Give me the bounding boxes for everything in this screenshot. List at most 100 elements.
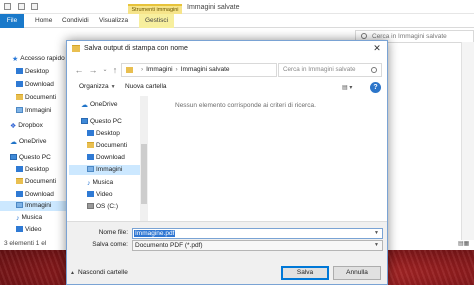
cloud-icon: ☁ xyxy=(81,102,88,109)
tree-documenti[interactable]: Documenti xyxy=(87,141,127,151)
tree-label: Video xyxy=(96,191,113,198)
close-icon[interactable]: ✕ xyxy=(368,42,386,55)
help-icon[interactable]: ? xyxy=(370,82,381,93)
nav-label: Immagini xyxy=(25,107,52,114)
nav-label: Documenti xyxy=(25,178,57,185)
folder-icon xyxy=(4,3,11,10)
back-arrow-icon[interactable]: ← xyxy=(73,64,85,76)
nav-label: Dropbox xyxy=(18,122,43,129)
save-button[interactable]: Salva xyxy=(281,266,329,280)
breadcrumb[interactable]: ›Immagini›Immagini salvate ⌄ ↻ xyxy=(121,63,331,77)
forward-arrow-icon[interactable]: → xyxy=(87,64,99,76)
tree-onedrive[interactable]: ☁ OneDrive xyxy=(81,100,117,110)
up-arrow-icon[interactable]: ↑ xyxy=(109,64,121,76)
nav-video[interactable]: Video xyxy=(16,225,42,235)
breadcrumb-separator: › xyxy=(141,66,144,73)
folder-icon xyxy=(126,67,133,73)
tree-musica[interactable]: ♪ Musica xyxy=(87,178,113,188)
nav-documenti[interactable]: Documenti xyxy=(16,93,56,103)
file-type-select[interactable]: Documento PDF (*.pdf) ▼ xyxy=(132,240,383,251)
search-placeholder: Cerca in Immagini salvate xyxy=(283,66,356,73)
nav-label: Download xyxy=(25,81,54,88)
nav-label: Video xyxy=(25,226,42,233)
tab-visualizza[interactable]: Visualizza xyxy=(99,17,128,24)
nav-onedrive[interactable]: ☁ OneDrive xyxy=(10,137,46,147)
nav-download[interactable]: Download xyxy=(16,80,54,90)
nav-quick-access[interactable]: ★ Accesso rapido xyxy=(12,54,65,64)
tree-desktop[interactable]: Desktop xyxy=(87,129,120,139)
save-dialog: Salva output di stampa con nome ✕ ← → ⌄ … xyxy=(66,40,388,285)
cancel-button[interactable]: Annulla xyxy=(333,266,381,280)
properties-icon[interactable] xyxy=(18,3,25,10)
view-options-icon[interactable]: ▤ ▾ xyxy=(342,84,352,91)
tree-download[interactable]: Download xyxy=(87,153,125,163)
tab-gestisci[interactable]: Gestisci xyxy=(139,14,175,28)
nav-label: Accesso rapido xyxy=(20,55,65,62)
search-icon xyxy=(361,33,367,39)
tab-home[interactable]: Home xyxy=(35,17,52,24)
chevron-down-icon[interactable]: ▼ xyxy=(374,241,379,250)
file-name-field[interactable]: Immagine.pdf ▼ xyxy=(132,228,383,239)
nav-label: Desktop xyxy=(25,68,49,75)
nav-immagini[interactable]: Immagini xyxy=(16,106,51,116)
explorer-scrollbar[interactable] xyxy=(461,42,474,240)
nav-label: OneDrive xyxy=(19,138,47,145)
video-icon xyxy=(16,226,23,232)
file-list: Nessun elemento corrisponde ai criteri d… xyxy=(149,96,387,221)
search-placeholder: Cerca in Immagini salvate xyxy=(372,33,447,40)
nav-questo-pc[interactable]: Questo PC xyxy=(10,153,51,163)
nav-label: Documenti xyxy=(25,94,57,101)
dialog-titlebar: Salva output di stampa con nome ✕ xyxy=(67,41,387,57)
dialog-toolbar: Organizza ▼ Nuova cartella ▤ ▾ ? xyxy=(67,81,387,95)
nav-documenti-2[interactable]: Documenti xyxy=(16,177,56,187)
breadcrumb-item-immagini-salvate[interactable]: Immagini salvate xyxy=(181,66,230,73)
breadcrumb-item-immagini[interactable]: Immagini xyxy=(146,66,172,73)
documents-icon xyxy=(87,142,94,148)
nav-immagini-2[interactable]: Immagini xyxy=(0,201,66,211)
tree-label: Download xyxy=(96,154,125,161)
documents-icon xyxy=(16,178,23,184)
tree-scrollbar-thumb[interactable] xyxy=(141,144,147,204)
documents-icon xyxy=(16,94,23,100)
cloud-icon: ☁ xyxy=(10,139,17,146)
new-folder-icon[interactable] xyxy=(31,3,38,10)
desktop-icon xyxy=(16,68,23,74)
dialog-search-input[interactable]: Cerca in Immagini salvate xyxy=(278,63,382,77)
tree-questo-pc[interactable]: Questo PC xyxy=(81,117,122,127)
star-icon: ★ xyxy=(12,56,19,63)
nav-desktop[interactable]: Desktop xyxy=(16,67,49,77)
download-icon xyxy=(87,154,94,160)
nav-musica[interactable]: ♪ Musica xyxy=(16,213,42,223)
save-options-pane: Nome file: Immagine.pdf ▼ Salva come: Do… xyxy=(67,221,387,284)
status-bar-text: 3 elementi 1 el xyxy=(4,240,47,247)
tree-os-c[interactable]: OS (C:) xyxy=(87,202,118,212)
tree-label: Questo PC xyxy=(90,118,122,125)
empty-message: Nessun elemento corrisponde ai criteri d… xyxy=(175,102,316,109)
hide-folders-label: Nascondi cartelle xyxy=(77,269,128,276)
tab-condividi[interactable]: Condividi xyxy=(62,17,89,24)
download-icon xyxy=(16,191,23,197)
tree-immagini[interactable]: Immagini xyxy=(69,165,140,175)
save-as-label: Salva come: xyxy=(92,241,128,248)
organize-button[interactable]: Organizza ▼ xyxy=(79,83,116,90)
tree-video[interactable]: Video xyxy=(87,190,113,200)
ribbon-tabs: File Home Condividi Visualizza Gestisci xyxy=(0,14,474,28)
nav-dropbox[interactable]: ❖ Dropbox xyxy=(10,121,43,131)
tree-label: OneDrive xyxy=(90,101,118,108)
chevron-down-icon[interactable]: ▼ xyxy=(374,229,379,238)
tree-label: Desktop xyxy=(96,130,120,137)
new-folder-button[interactable]: Nuova cartella xyxy=(125,83,167,90)
window-title: Immagini salvate xyxy=(187,4,240,11)
nav-label: Questo PC xyxy=(19,154,51,161)
nav-label: Musica xyxy=(21,214,43,221)
tree-label: Immagini xyxy=(96,166,123,173)
nav-download-2[interactable]: Download xyxy=(16,190,54,200)
hide-folders-toggle[interactable]: ▲ Nascondi cartelle xyxy=(70,269,128,276)
pictures-icon xyxy=(16,107,23,113)
nav-desktop-2[interactable]: Desktop xyxy=(16,165,49,175)
download-icon xyxy=(16,81,23,87)
drive-icon xyxy=(87,203,94,209)
tab-file[interactable]: File xyxy=(0,14,24,28)
pictures-icon xyxy=(87,166,94,172)
view-toggle-icon[interactable]: ▤▦ xyxy=(458,240,469,247)
